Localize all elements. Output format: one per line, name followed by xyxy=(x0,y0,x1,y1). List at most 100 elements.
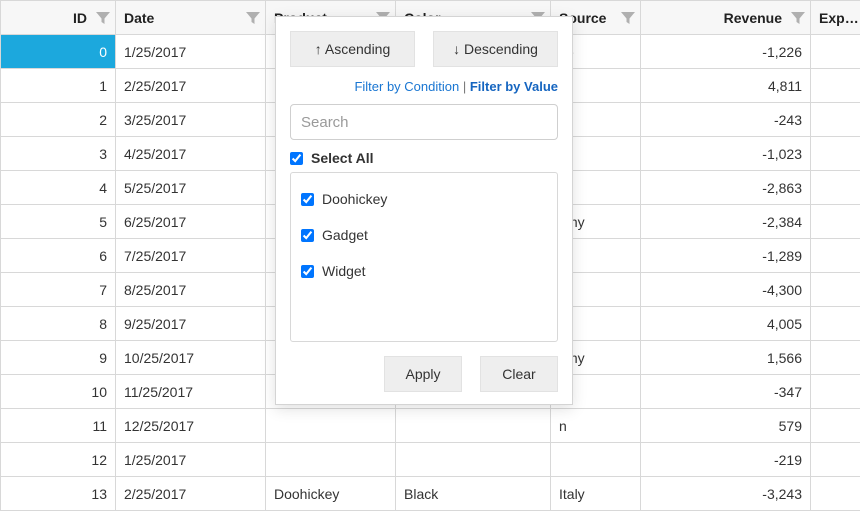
cell-date[interactable]: 5/25/2017 xyxy=(116,171,266,205)
table-row[interactable]: 1112/25/2017 n579 xyxy=(1,409,860,443)
cell-revenue[interactable]: 1,566 xyxy=(641,341,811,375)
cell-revenue[interactable]: -1,289 xyxy=(641,239,811,273)
cell-revenue[interactable]: -347 xyxy=(641,375,811,409)
filter-values-list: Doohickey Gadget Widget xyxy=(290,172,558,342)
filter-by-condition-link[interactable]: Filter by Condition xyxy=(354,79,459,94)
cell-color[interactable] xyxy=(396,443,551,477)
cell-id[interactable]: 12 xyxy=(1,443,116,477)
filter-icon[interactable] xyxy=(245,10,261,26)
cell-id[interactable]: 4 xyxy=(1,171,116,205)
cell-expense[interactable] xyxy=(811,307,860,341)
cell-revenue[interactable]: -2,384 xyxy=(641,205,811,239)
cell-id[interactable]: 11 xyxy=(1,409,116,443)
clear-button[interactable]: Clear xyxy=(480,356,558,392)
cell-expense[interactable] xyxy=(811,239,860,273)
cell-revenue[interactable]: -219 xyxy=(641,443,811,477)
cell-source[interactable] xyxy=(551,443,641,477)
cell-date[interactable]: 4/25/2017 xyxy=(116,137,266,171)
column-header-expense[interactable]: Exp xyxy=(811,1,860,35)
separator: | xyxy=(459,79,470,94)
filter-icon[interactable] xyxy=(620,10,636,26)
cell-product[interactable] xyxy=(266,443,396,477)
filter-value-label[interactable]: Doohickey xyxy=(322,191,387,207)
column-header-revenue[interactable]: Revenue xyxy=(641,1,811,35)
cell-revenue[interactable]: -2,863 xyxy=(641,171,811,205)
cell-expense[interactable] xyxy=(811,409,860,443)
column-filter-panel: ↑ Ascending ↓ Descending Filter by Condi… xyxy=(275,16,573,405)
sort-ascending-button[interactable]: ↑ Ascending xyxy=(290,31,415,67)
cell-source[interactable]: n xyxy=(551,409,641,443)
cell-expense[interactable] xyxy=(811,103,860,137)
sort-descending-button[interactable]: ↓ Descending xyxy=(433,31,558,67)
filter-value-label[interactable]: Gadget xyxy=(322,227,368,243)
cell-revenue[interactable]: -3,243 xyxy=(641,477,811,511)
cell-date[interactable]: 9/25/2017 xyxy=(116,307,266,341)
filter-value-item: Widget xyxy=(301,253,547,289)
cell-date[interactable]: 8/25/2017 xyxy=(116,273,266,307)
cell-id[interactable]: 7 xyxy=(1,273,116,307)
select-all-label[interactable]: Select All xyxy=(311,150,374,166)
cell-expense[interactable] xyxy=(811,477,860,511)
cell-source[interactable]: Italy xyxy=(551,477,641,511)
column-header-id[interactable]: ID xyxy=(1,1,116,35)
cell-expense[interactable] xyxy=(811,443,860,477)
cell-date[interactable]: 11/25/2017 xyxy=(116,375,266,409)
cell-product[interactable]: Doohickey xyxy=(266,477,396,511)
cell-date[interactable]: 2/25/2017 xyxy=(116,477,266,511)
cell-date[interactable]: 1/25/2017 xyxy=(116,35,266,69)
cell-id[interactable]: 5 xyxy=(1,205,116,239)
cell-expense[interactable] xyxy=(811,273,860,307)
cell-revenue[interactable]: -1,226 xyxy=(641,35,811,69)
cell-date[interactable]: 12/25/2017 xyxy=(116,409,266,443)
cell-id[interactable]: 3 xyxy=(1,137,116,171)
table-row[interactable]: 121/25/2017 -219 xyxy=(1,443,860,477)
filter-icon[interactable] xyxy=(95,10,111,26)
filter-value-checkbox[interactable] xyxy=(301,193,314,206)
cell-revenue[interactable]: -1,023 xyxy=(641,137,811,171)
cell-revenue[interactable]: -4,300 xyxy=(641,273,811,307)
cell-id[interactable]: 0 xyxy=(1,35,116,69)
cell-color[interactable]: Black xyxy=(396,477,551,511)
cell-id[interactable]: 9 xyxy=(1,341,116,375)
column-header-label: Exp xyxy=(819,10,845,26)
cell-revenue[interactable]: 4,811 xyxy=(641,69,811,103)
cell-date[interactable]: 2/25/2017 xyxy=(116,69,266,103)
filter-by-value-link[interactable]: Filter by Value xyxy=(470,79,558,94)
cell-revenue[interactable]: 579 xyxy=(641,409,811,443)
cell-id[interactable]: 8 xyxy=(1,307,116,341)
cell-expense[interactable] xyxy=(811,69,860,103)
cell-expense[interactable] xyxy=(811,171,860,205)
cell-date[interactable]: 6/25/2017 xyxy=(116,205,266,239)
filter-search-input[interactable] xyxy=(290,104,558,140)
cell-revenue[interactable]: -243 xyxy=(641,103,811,137)
cell-expense[interactable] xyxy=(811,35,860,69)
cell-expense[interactable] xyxy=(811,205,860,239)
cell-date[interactable]: 7/25/2017 xyxy=(116,239,266,273)
cell-color[interactable] xyxy=(396,409,551,443)
filter-value-item: Gadget xyxy=(301,217,547,253)
filter-value-checkbox[interactable] xyxy=(301,229,314,242)
filter-icon[interactable] xyxy=(790,10,806,26)
column-header-date[interactable]: Date xyxy=(116,1,266,35)
column-header-label: Revenue xyxy=(724,10,782,26)
cell-expense[interactable] xyxy=(811,137,860,171)
cell-id[interactable]: 1 xyxy=(1,69,116,103)
cell-expense[interactable] xyxy=(811,375,860,409)
cell-product[interactable] xyxy=(266,409,396,443)
cell-id[interactable]: 10 xyxy=(1,375,116,409)
table-row[interactable]: 132/25/2017DoohickeyBlackItaly-3,243 xyxy=(1,477,860,511)
cell-id[interactable]: 6 xyxy=(1,239,116,273)
cell-date[interactable]: 1/25/2017 xyxy=(116,443,266,477)
filter-value-label[interactable]: Widget xyxy=(322,263,366,279)
apply-button[interactable]: Apply xyxy=(384,356,462,392)
cell-date[interactable]: 3/25/2017 xyxy=(116,103,266,137)
column-header-label: Date xyxy=(124,10,154,26)
select-all-checkbox[interactable] xyxy=(290,152,303,165)
cell-id[interactable]: 2 xyxy=(1,103,116,137)
cell-revenue[interactable]: 4,005 xyxy=(641,307,811,341)
filter-value-item: Doohickey xyxy=(301,181,547,217)
cell-expense[interactable] xyxy=(811,341,860,375)
cell-id[interactable]: 13 xyxy=(1,477,116,511)
cell-date[interactable]: 10/25/2017 xyxy=(116,341,266,375)
filter-value-checkbox[interactable] xyxy=(301,265,314,278)
